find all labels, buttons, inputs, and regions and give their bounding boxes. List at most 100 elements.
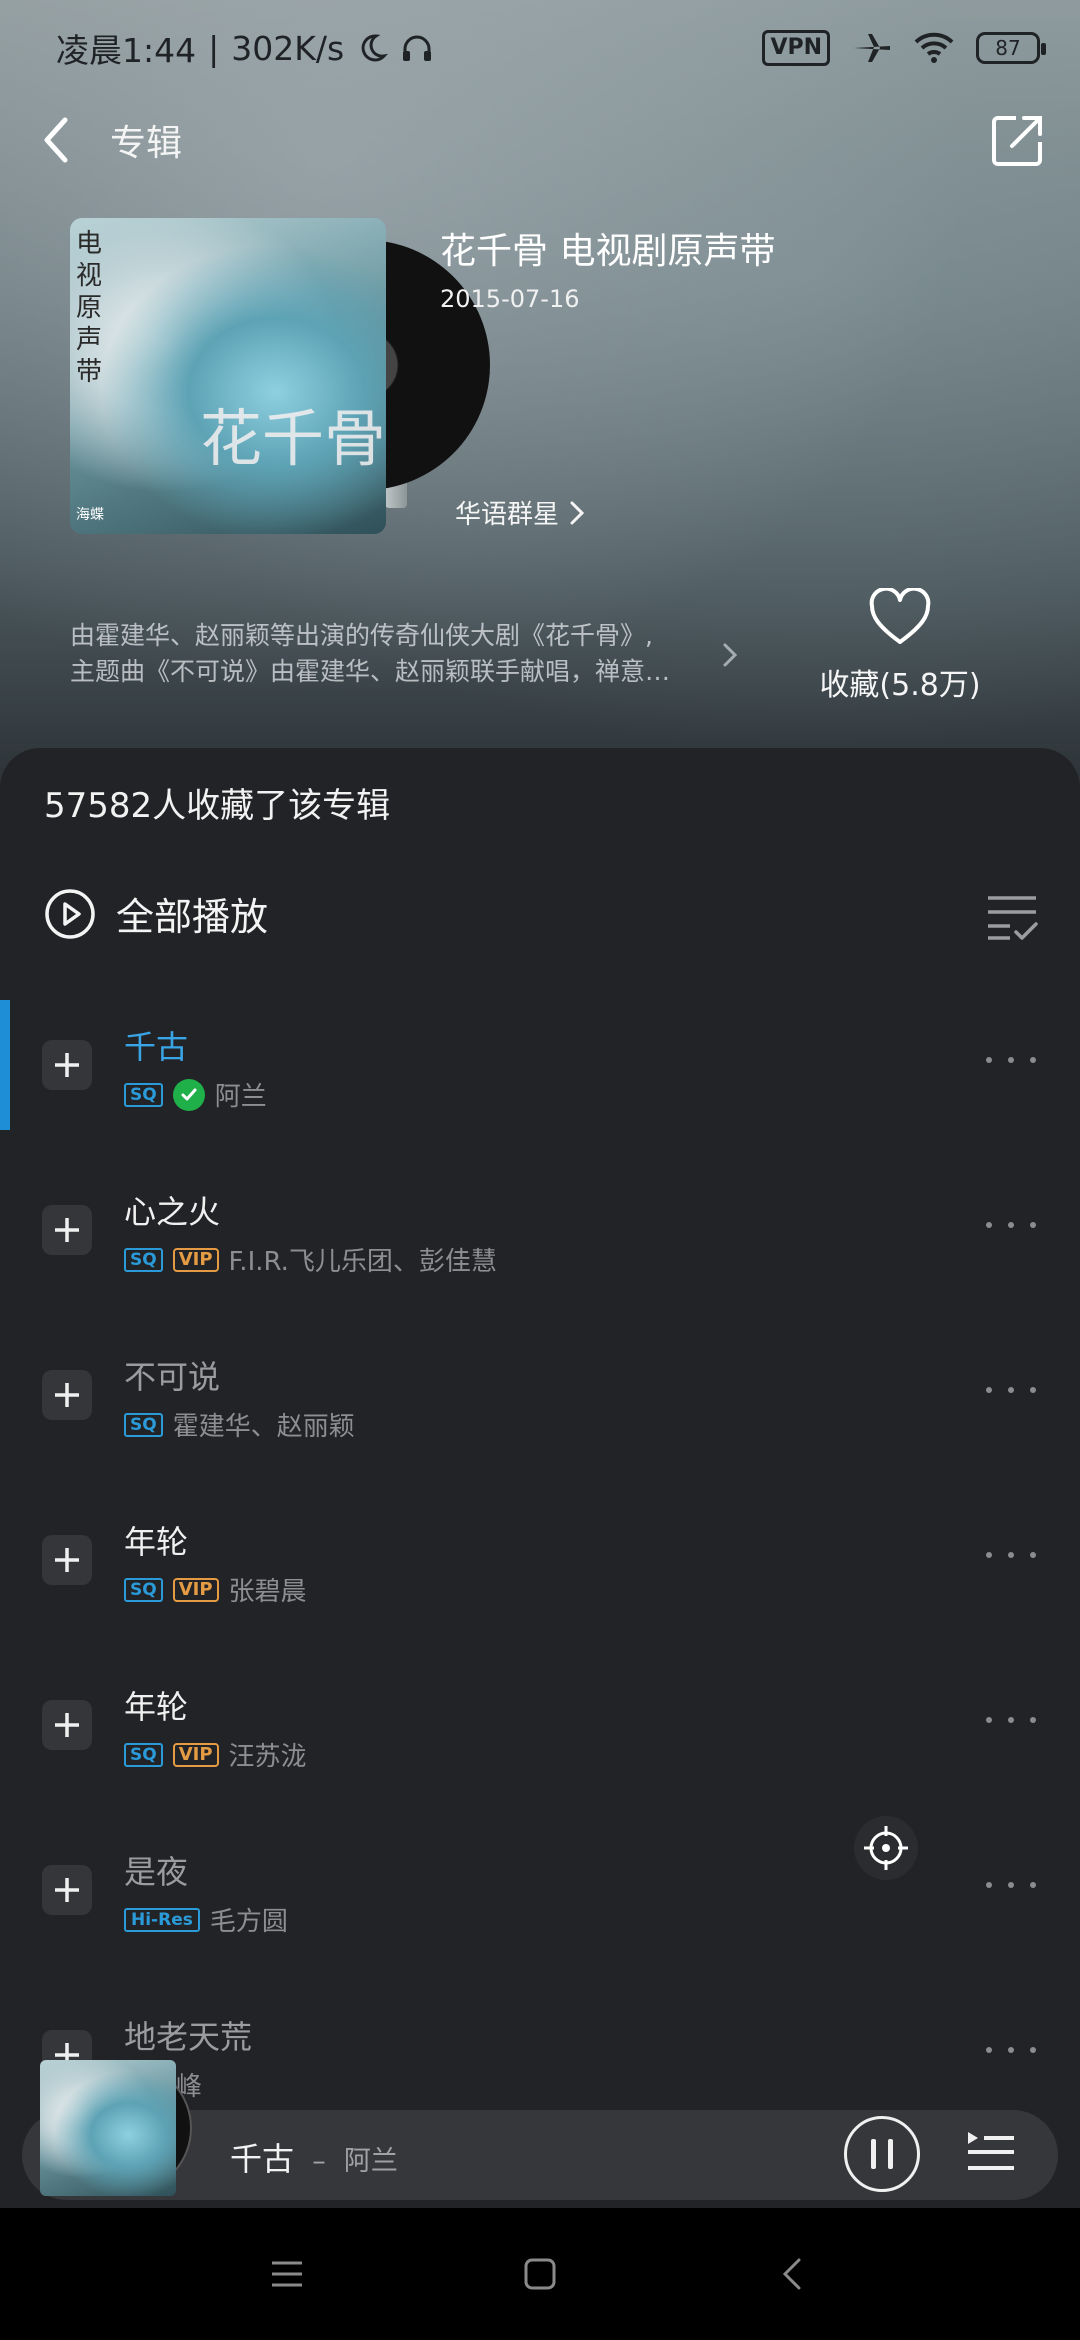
status-network-speed: 302K/s — [231, 28, 345, 68]
status-separator: | — [208, 28, 220, 68]
share-icon[interactable] — [986, 108, 1050, 172]
song-row[interactable]: 心之火 SQ VIP F.I.R.飞儿乐团、彭佳慧 — [0, 1165, 1080, 1330]
battery-indicator: 87 — [976, 32, 1046, 64]
add-to-playlist-button[interactable] — [42, 1370, 92, 1420]
song-row[interactable]: 是夜 Hi-Res 毛方圆 — [0, 1825, 1080, 1990]
plus-icon — [55, 1218, 79, 1242]
downloaded-check-icon — [172, 1078, 205, 1111]
more-options-icon[interactable] — [986, 2040, 1036, 2060]
album-cover-group[interactable]: 电视原声带 花千骨 海蝶 — [70, 218, 490, 536]
sq-badge: SQ — [124, 1577, 163, 1602]
song-artist: 张碧晨 — [228, 1577, 307, 1607]
mini-player-cover[interactable] — [40, 2060, 176, 2196]
album-cover: 电视原声带 花千骨 海蝶 — [70, 218, 386, 534]
cover-script-text: 花千骨 — [200, 402, 386, 475]
song-title: 年轮 — [124, 1523, 189, 1561]
vpn-badge: VPN — [762, 30, 830, 66]
add-to-playlist-button[interactable] — [42, 1205, 92, 1255]
plus-icon — [55, 1053, 79, 1077]
back-arrow-icon[interactable] — [36, 110, 76, 170]
add-to-playlist-button[interactable] — [42, 1865, 92, 1915]
album-description[interactable]: 由霍建华、赵丽颖等出演的传奇仙侠大剧《花千骨》, 主题曲《不可说》由霍建华、赵丽… — [70, 618, 700, 690]
song-row[interactable]: 年轮 SQ VIP 张碧晨 — [0, 1495, 1080, 1660]
song-meta: SQ VIP F.I.R.飞儿乐团、彭佳慧 — [124, 1241, 497, 1278]
play-circle-icon — [45, 888, 95, 939]
plus-icon — [55, 1713, 79, 1737]
song-artist: 霍建华、赵丽颖 — [172, 1412, 355, 1442]
top-bar: 专辑 — [0, 100, 1080, 180]
favorite-count-label: 收藏(5.8万) — [819, 668, 981, 703]
song-artist: 阿兰 — [214, 1082, 267, 1112]
song-title: 地老天荒 — [124, 2018, 253, 2056]
add-to-playlist-button[interactable] — [42, 1700, 92, 1750]
song-row[interactable]: 年轮 SQ VIP 汪苏泷 — [0, 1660, 1080, 1825]
sq-badge: SQ — [124, 1412, 163, 1437]
description-line-2: 主题曲《不可说》由霍建华、赵丽颖联手献唱，禅意… — [70, 657, 671, 686]
playlist-icon[interactable] — [964, 2126, 1016, 2176]
more-options-icon[interactable] — [986, 1875, 1036, 1895]
more-options-icon[interactable] — [986, 1380, 1036, 1400]
song-list-panel: 57582人收藏了该专辑 全部播放 千古 SQ 阿兰 心之火 SQ VIP F.… — [0, 748, 1080, 2208]
add-to-playlist-button[interactable] — [42, 1535, 92, 1585]
heart-icon — [869, 586, 931, 644]
song-meta: Hi-Res 毛方圆 — [124, 1901, 288, 1938]
album-title: 花千骨 电视剧原声带 — [440, 231, 776, 272]
locate-current-song-button[interactable] — [854, 1816, 918, 1880]
status-time: 凌晨1:44 — [56, 31, 197, 70]
sq-badge: SQ — [124, 1247, 163, 1272]
add-to-playlist-button[interactable] — [42, 1040, 92, 1090]
vip-badge: VIP — [172, 1742, 219, 1767]
song-title: 是夜 — [124, 1853, 189, 1891]
more-options-icon[interactable] — [986, 1545, 1036, 1565]
cover-title-text: 电视原声带 — [76, 229, 103, 387]
song-meta: SQ VIP 张碧晨 — [124, 1571, 307, 1608]
menu-icon[interactable] — [257, 2244, 317, 2304]
moon-icon — [361, 34, 389, 62]
vip-badge: VIP — [172, 1577, 219, 1602]
plus-icon — [55, 1383, 79, 1407]
crosshair-icon — [864, 1826, 908, 1870]
song-title: 不可说 — [124, 1358, 221, 1396]
cover-label-logo: 海蝶 — [76, 507, 104, 523]
system-navigation-bar — [0, 2208, 1080, 2340]
collect-count-text: 57582人收藏了该专辑 — [44, 786, 391, 826]
song-row[interactable]: 千古 SQ 阿兰 — [0, 1000, 1080, 1165]
play-all-button[interactable]: 全部播放 — [44, 886, 268, 941]
batch-select-icon[interactable] — [984, 888, 1040, 944]
vip-badge: VIP — [172, 1247, 219, 1272]
song-row[interactable]: 不可说 SQ 霍建华、赵丽颖 — [0, 1330, 1080, 1495]
page-title: 专辑 — [110, 123, 183, 164]
chevron-right-icon — [570, 501, 585, 524]
now-playing-indicator — [0, 1000, 10, 1130]
favorite-button[interactable]: 收藏(5.8万) — [810, 586, 990, 704]
battery-level: 87 — [995, 36, 1021, 60]
mini-player-separator: – — [312, 2146, 326, 2177]
more-options-icon[interactable] — [986, 1710, 1036, 1730]
mini-player-title: 千古 – 阿兰 — [230, 2134, 398, 2180]
song-artist: F.I.R.飞儿乐团、彭佳慧 — [228, 1247, 497, 1277]
plus-icon — [55, 1878, 79, 1902]
hi-res-badge: Hi-Res — [124, 1907, 200, 1932]
album-artist-name: 华语群星 — [455, 500, 560, 530]
plus-icon — [55, 1548, 79, 1572]
song-meta: SQ VIP 汪苏泷 — [124, 1736, 307, 1773]
home-icon[interactable] — [510, 2244, 570, 2304]
airplane-icon — [854, 34, 890, 62]
system-back-icon[interactable] — [763, 2244, 823, 2304]
album-artist-link[interactable]: 华语群星 — [455, 494, 585, 531]
wifi-icon — [914, 32, 954, 63]
more-options-icon[interactable] — [986, 1215, 1036, 1235]
pause-button[interactable] — [844, 2116, 920, 2192]
album-release-date: 2015-07-16 — [440, 285, 580, 313]
song-artist: 汪苏泷 — [228, 1742, 307, 1772]
play-all-label: 全部播放 — [116, 895, 269, 939]
description-expand-icon[interactable] — [720, 640, 740, 670]
more-options-icon[interactable] — [986, 1050, 1036, 1070]
song-title: 心之火 — [124, 1193, 221, 1231]
mini-player-artist: 阿兰 — [343, 2146, 398, 2177]
mini-player-song: 千古 — [230, 2140, 295, 2178]
sq-badge: SQ — [124, 1742, 163, 1767]
song-title: 年轮 — [124, 1688, 189, 1726]
song-meta: SQ 霍建华、赵丽颖 — [124, 1406, 355, 1443]
sq-badge: SQ — [124, 1082, 163, 1107]
